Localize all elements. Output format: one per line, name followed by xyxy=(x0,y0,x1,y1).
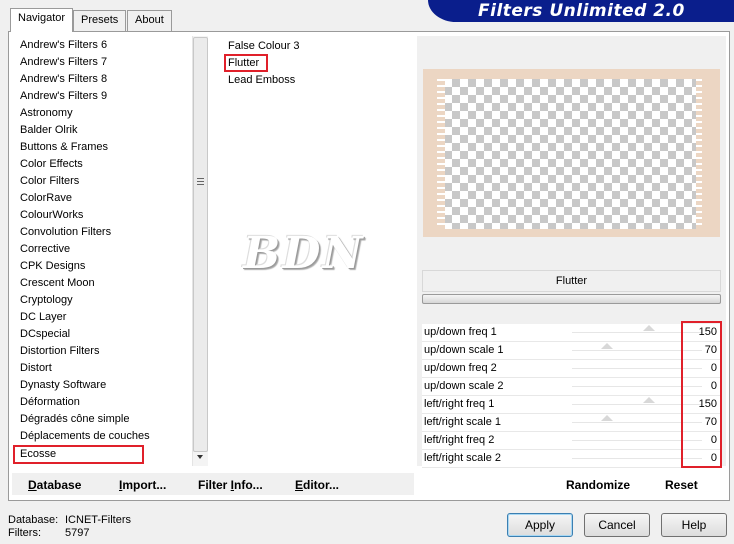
category-item[interactable]: DCspecial xyxy=(20,326,70,343)
grip-line xyxy=(197,184,204,185)
filter-item[interactable]: False Colour 3 xyxy=(228,38,300,55)
param-label: left/right scale 1 xyxy=(424,416,502,428)
database-label: Database: xyxy=(8,514,59,526)
scrollbar-thumb[interactable] xyxy=(193,37,208,452)
import-label: mport... xyxy=(122,478,167,492)
param-row[interactable]: left/right freq 20 xyxy=(422,432,721,450)
category-item[interactable]: Buttons & Frames xyxy=(20,139,108,156)
filter-info-prefix: Filter xyxy=(198,478,231,492)
param-row[interactable]: up/down scale 1 70 xyxy=(422,342,721,360)
param-row[interactable]: up/down scale 20 xyxy=(422,378,721,396)
category-item[interactable]: Convolution Filters xyxy=(20,224,111,241)
help-button[interactable]: Help xyxy=(661,513,727,537)
database-value: ICNET-Filters xyxy=(65,514,131,526)
database-label: atabase xyxy=(36,478,82,492)
param-row[interactable]: up/down freq 20 xyxy=(422,360,721,378)
category-item[interactable]: ColourWorks xyxy=(20,207,83,224)
param-row[interactable]: left/right scale 20 xyxy=(422,450,721,468)
tab-navigator[interactable]: Navigator xyxy=(10,8,74,32)
filters-count-value: 5797 xyxy=(65,527,90,539)
param-slider-thumb[interactable] xyxy=(643,325,655,331)
category-item[interactable]: Déformation xyxy=(20,394,80,411)
category-item[interactable]: Déplacements de couches xyxy=(20,428,150,445)
grip-line xyxy=(197,181,204,182)
param-label: up/down freq 1 xyxy=(424,326,497,338)
highlight-values xyxy=(681,321,722,468)
param-slider-thumb[interactable] xyxy=(601,343,613,349)
category-item[interactable]: Balder Olrik xyxy=(20,122,77,139)
apply-button[interactable]: Apply xyxy=(507,513,573,537)
param-label: left/right freq 2 xyxy=(424,434,495,446)
category-item[interactable]: Color Effects xyxy=(20,156,83,173)
param-row[interactable]: left/right scale 1 70 xyxy=(422,414,721,432)
import-button[interactable]: Import... xyxy=(119,478,166,492)
category-list[interactable]: Andrew's Filters 6 Andrew's Filters 7 An… xyxy=(12,36,208,466)
preview-fringe-right xyxy=(696,79,702,229)
preview-fringe-left xyxy=(437,79,445,229)
category-item[interactable]: Distort xyxy=(20,360,52,377)
category-item[interactable]: Crescent Moon xyxy=(20,275,95,292)
category-item[interactable]: Andrew's Filters 7 xyxy=(20,54,107,71)
filter-item[interactable]: Lead Emboss xyxy=(228,72,295,89)
filter-info-button[interactable]: Filter Info... xyxy=(198,478,263,492)
filter-info-label: nfo... xyxy=(234,478,263,492)
param-label: left/right scale 2 xyxy=(424,452,502,464)
database-button[interactable]: Database xyxy=(28,478,81,492)
param-label: left/right freq 1 xyxy=(424,398,495,410)
app-title: Filters Unlimited 2.0 xyxy=(478,1,685,21)
editor-label: ditor... xyxy=(303,478,340,492)
preview-transparency xyxy=(444,79,697,229)
category-item[interactable]: Astronomy xyxy=(20,105,73,122)
highlight-category xyxy=(13,445,144,464)
progress-bar xyxy=(422,294,721,304)
category-item[interactable]: Andrew's Filters 8 xyxy=(20,71,107,88)
category-item[interactable]: Cryptology xyxy=(20,292,73,309)
tab-about[interactable]: About xyxy=(127,10,172,31)
category-item[interactable]: CPK Designs xyxy=(20,258,85,275)
param-label: up/down scale 1 xyxy=(424,344,504,356)
category-item[interactable]: Andrew's Filters 9 xyxy=(20,88,107,105)
editor-hotkey: E xyxy=(295,478,304,492)
randomize-button[interactable]: Randomize xyxy=(566,478,630,492)
scroll-down-icon[interactable] xyxy=(197,455,203,459)
cancel-button[interactable]: Cancel xyxy=(584,513,650,537)
param-row[interactable]: left/right freq 1 150 xyxy=(422,396,721,414)
editor-button[interactable]: Editor... xyxy=(295,478,339,492)
category-item[interactable]: DC Layer xyxy=(20,309,66,326)
category-item[interactable]: Color Filters xyxy=(20,173,79,190)
tab-presets[interactable]: Presets xyxy=(73,10,127,31)
database-hotkey: D xyxy=(28,478,37,492)
category-item[interactable]: Andrew's Filters 6 xyxy=(20,37,107,54)
param-slider-thumb[interactable] xyxy=(643,397,655,403)
category-item[interactable]: ColorRave xyxy=(20,190,72,207)
category-item[interactable]: Corrective xyxy=(20,241,70,258)
param-row[interactable]: up/down freq 1 150 xyxy=(422,324,721,342)
reset-button[interactable]: Reset xyxy=(665,478,698,492)
category-item[interactable]: Dégradés cône simple xyxy=(20,411,129,428)
param-label: up/down scale 2 xyxy=(424,380,504,392)
category-item[interactable]: Distortion Filters xyxy=(20,343,99,360)
filters-count-label: Filters: xyxy=(8,527,41,539)
category-item[interactable]: Dynasty Software xyxy=(20,377,106,394)
param-slider-thumb[interactable] xyxy=(601,415,613,421)
param-label: up/down freq 2 xyxy=(424,362,497,374)
watermark: BDN xyxy=(243,228,365,279)
current-filter-name: Flutter xyxy=(422,270,721,292)
grip-line xyxy=(197,178,204,179)
highlight-filter xyxy=(224,54,268,72)
